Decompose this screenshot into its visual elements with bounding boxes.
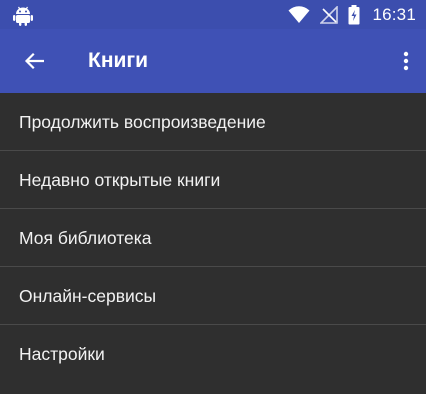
- page-title: Книги: [88, 49, 149, 72]
- menu-item-online-services[interactable]: Онлайн-сервисы: [0, 267, 426, 325]
- status-time: 16:31: [372, 4, 416, 24]
- menu-item-recent-books[interactable]: Недавно открытые книги: [0, 151, 426, 209]
- status-icons: 16:31: [288, 0, 416, 29]
- app-bar: Книги: [0, 29, 426, 93]
- menu-item-my-library[interactable]: Моя библиотека: [0, 209, 426, 267]
- back-arrow-icon: [24, 52, 44, 70]
- overflow-menu-button[interactable]: [392, 41, 420, 81]
- back-button[interactable]: [14, 41, 54, 81]
- wifi-icon: [288, 5, 310, 24]
- status-bar: 16:31: [0, 0, 426, 29]
- more-vert-icon: [403, 51, 409, 71]
- battery-charging-icon: [348, 4, 360, 25]
- menu-item-settings[interactable]: Настройки: [0, 325, 426, 383]
- android-icon: [12, 4, 34, 26]
- menu-item-continue-playback[interactable]: Продолжить воспроизведение: [0, 93, 426, 151]
- signal-off-icon: [320, 5, 339, 24]
- menu-list: Продолжить воспроизведение Недавно откры…: [0, 93, 426, 383]
